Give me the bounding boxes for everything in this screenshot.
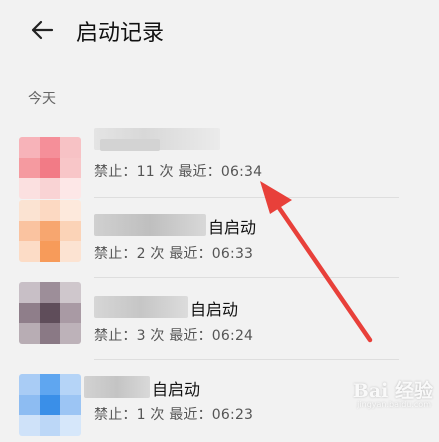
- baidu-watermark: Bai 经验 jingyan.baidu.com: [313, 376, 433, 412]
- watermark-url: jingyan.baidu.com: [357, 400, 431, 409]
- annotation-arrow-icon: [260, 181, 373, 343]
- watermark-brand: Bai 经验: [352, 380, 433, 402]
